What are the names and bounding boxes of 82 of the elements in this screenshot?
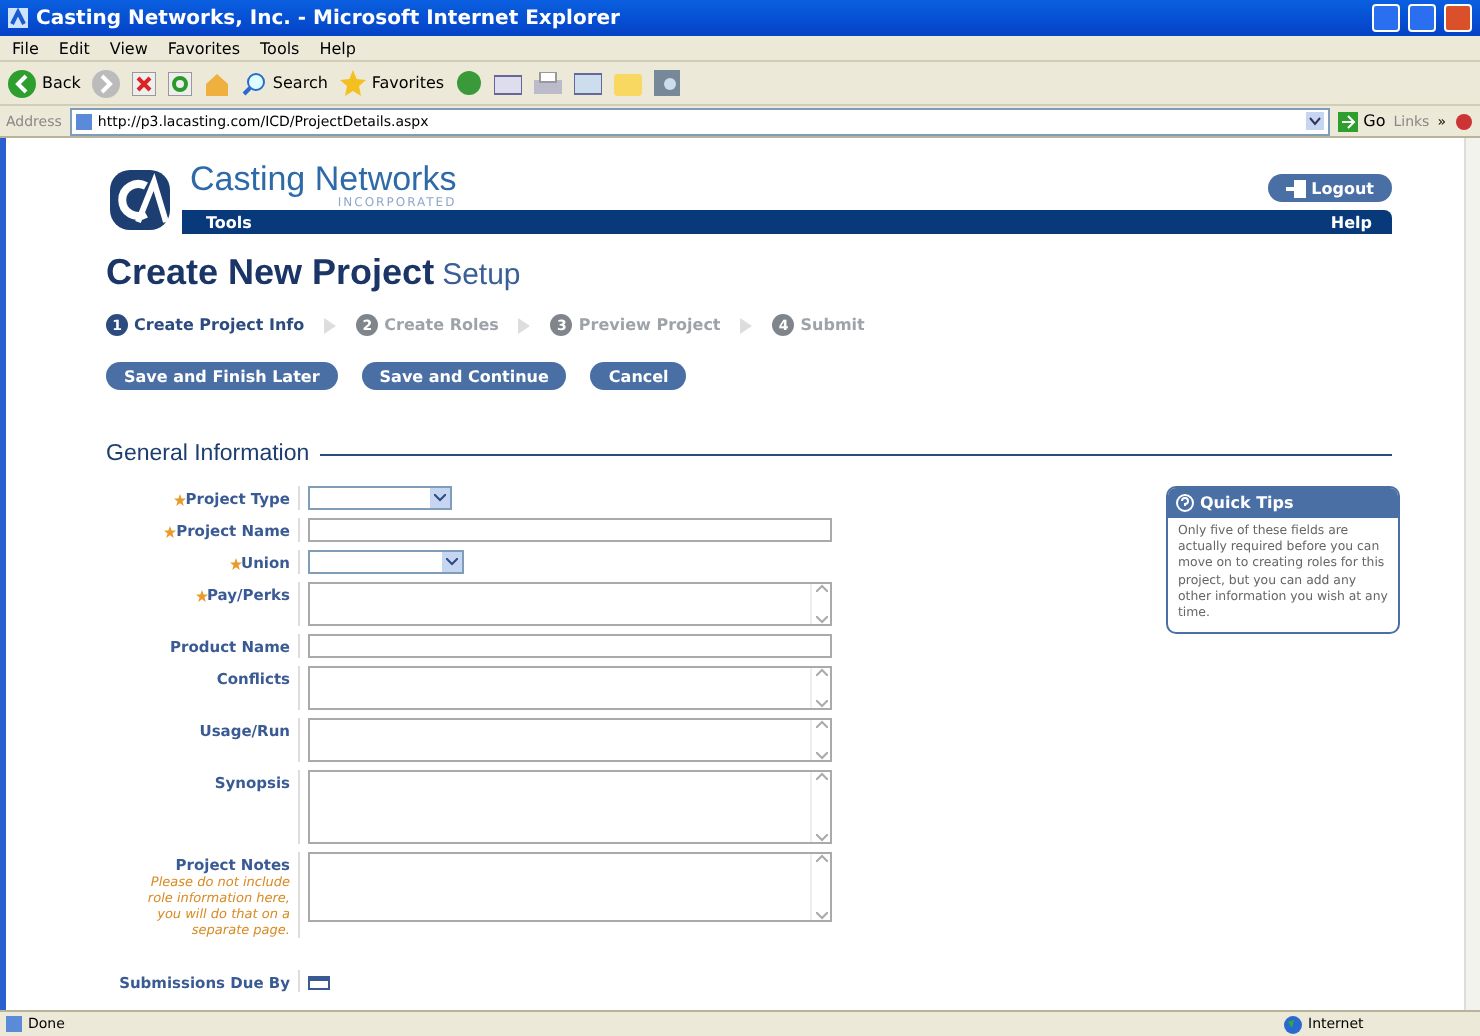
scrollbar[interactable] (1464, 138, 1480, 1010)
star-icon (339, 70, 366, 96)
scroll-down-icon[interactable] (815, 616, 827, 624)
caret-icon (446, 558, 458, 566)
toolbar-icon[interactable] (1454, 111, 1474, 131)
edit-icon[interactable] (574, 71, 603, 95)
input-field[interactable] (308, 634, 832, 658)
menu-item[interactable]: File (12, 39, 39, 57)
text-area[interactable] (308, 666, 832, 710)
page-title: Create New Project (106, 252, 435, 294)
required-icon (195, 589, 207, 601)
minimize-button[interactable] (1372, 4, 1400, 32)
scrollbar[interactable] (810, 720, 830, 760)
step-arrow-icon (322, 317, 339, 333)
menu-item[interactable]: View (109, 39, 148, 57)
page-icon (6, 1016, 22, 1032)
menu-item[interactable]: Tools (260, 39, 300, 57)
text-area[interactable] (308, 852, 832, 922)
page-icon (75, 113, 92, 129)
action-button[interactable]: Cancel (590, 362, 687, 390)
caret-icon (434, 494, 446, 502)
refresh-icon[interactable] (168, 71, 193, 95)
menu-item[interactable]: Edit (58, 39, 90, 57)
required-icon (173, 493, 186, 505)
tips-title: Quick Tips (1200, 494, 1294, 512)
text-area[interactable] (308, 770, 832, 844)
home-icon[interactable] (204, 71, 231, 95)
calendar-icon[interactable] (308, 976, 330, 990)
scroll-down-icon[interactable] (815, 752, 827, 760)
input-field[interactable] (308, 518, 832, 542)
go-button[interactable]: Go (1337, 111, 1386, 131)
nav-link[interactable]: Tools (206, 213, 252, 231)
scrollbar[interactable] (810, 854, 830, 920)
page-subtitle: Setup (442, 258, 521, 292)
arrow-icon (1337, 111, 1358, 131)
dropdown[interactable] (308, 486, 452, 510)
scrollbar[interactable] (810, 584, 830, 624)
action-button[interactable]: Save and Continue (361, 362, 567, 390)
folder-icon[interactable] (614, 71, 643, 95)
scroll-up-icon[interactable] (815, 584, 827, 592)
caret-icon[interactable] (1305, 112, 1324, 130)
maximize-button[interactable] (1408, 4, 1436, 32)
step-arrow-icon (738, 317, 755, 333)
search-icon (242, 71, 267, 95)
scroll-up-icon[interactable] (815, 720, 827, 728)
exit-icon (1285, 179, 1306, 197)
required-icon (164, 525, 177, 537)
menu-item[interactable]: Help (319, 39, 356, 57)
logout-button[interactable]: Logout (1267, 174, 1392, 202)
scroll-down-icon[interactable] (815, 912, 827, 920)
nav-link[interactable]: Help (1330, 213, 1372, 231)
text-area[interactable] (308, 718, 832, 762)
menu-item[interactable]: Favorites (167, 39, 241, 57)
search-button[interactable]: Search (242, 71, 328, 95)
help-icon (1176, 494, 1194, 512)
history-icon[interactable] (456, 70, 483, 96)
browser-icon (8, 8, 28, 28)
scroll-up-icon[interactable] (815, 854, 827, 862)
stop-icon[interactable] (132, 71, 157, 95)
forward-icon[interactable] (92, 69, 121, 97)
brand-name: Casting Networks (190, 162, 457, 196)
scroll-up-icon[interactable] (815, 772, 827, 780)
scrollbar[interactable] (810, 772, 830, 842)
print-icon[interactable] (534, 71, 563, 95)
mail-icon[interactable] (494, 71, 523, 95)
scroll-up-icon[interactable] (815, 668, 827, 676)
scrollbar[interactable] (810, 668, 830, 708)
text-area[interactable] (308, 582, 832, 626)
step-arrow-icon (516, 317, 533, 333)
research-icon[interactable] (654, 70, 681, 96)
scroll-down-icon[interactable] (815, 834, 827, 842)
action-button[interactable]: Save and Finish Later (106, 362, 338, 390)
scroll-down-icon[interactable] (815, 700, 827, 708)
logo-icon (106, 166, 174, 234)
section-heading: General Information (106, 442, 310, 466)
dropdown[interactable] (308, 550, 464, 574)
back-button[interactable]: Back (8, 69, 81, 97)
favorites-button[interactable]: Favorites (339, 70, 445, 96)
window-title: Casting Networks, Inc. - Microsoft Internet Explorer (36, 7, 622, 29)
close-button[interactable] (1444, 4, 1472, 32)
globe-icon (1284, 1015, 1302, 1033)
required-icon (229, 557, 241, 569)
